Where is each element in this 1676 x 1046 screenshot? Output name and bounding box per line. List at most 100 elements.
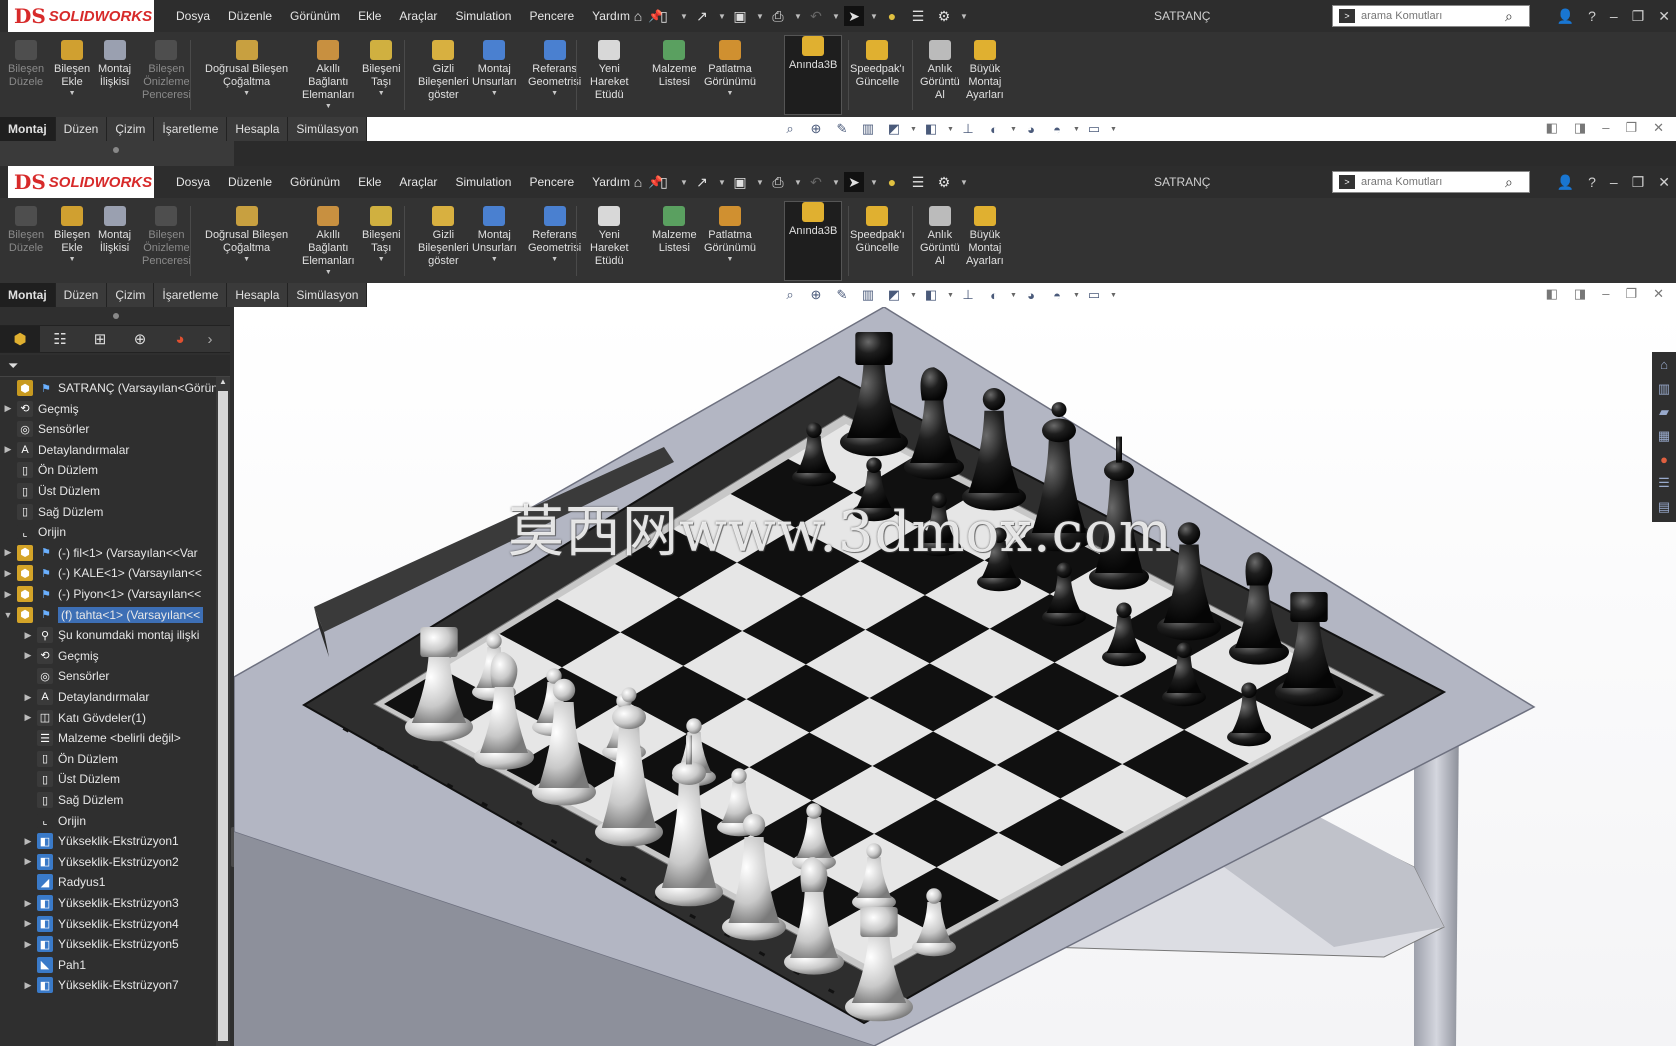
tree-node[interactable]: ▶ ⬢ ⚑ (-) Piyon<1> (Varsayılan<<	[2, 583, 201, 605]
scroll-up-icon[interactable]: ▲	[218, 377, 228, 389]
display-style-icon[interactable]: ◧	[921, 120, 941, 138]
options-gear-icon[interactable]: ⚙	[934, 172, 954, 192]
expand-arrow-icon[interactable]: ▶	[2, 568, 14, 579]
menu-duzenle[interactable]: Düzenle	[228, 9, 272, 23]
expand-arrow-icon[interactable]: ▶	[22, 650, 34, 661]
menu-simulation[interactable]: Simulation	[455, 175, 511, 189]
ribbon-button-1[interactable]: Bileşen Ekle ▼	[54, 206, 90, 263]
tile-right-icon[interactable]: ◨	[1574, 286, 1586, 304]
new-document-icon[interactable]: ▯	[654, 172, 674, 192]
new-document-icon[interactable]: ▯	[654, 6, 674, 26]
hide-show-icon[interactable]: ⊥	[958, 120, 978, 138]
open-icon[interactable]: ↗	[692, 6, 712, 26]
undo-icon[interactable]: ↶	[806, 172, 826, 192]
chevron-down-icon[interactable]: ▼	[243, 256, 250, 263]
expand-arrow-icon[interactable]: ▶	[22, 630, 34, 641]
zoom-to-fit-icon[interactable]: ⌕	[780, 120, 800, 138]
expand-arrow-icon[interactable]: ▶	[22, 898, 34, 909]
user-icon[interactable]: 👤	[1557, 174, 1574, 191]
ribbon-button-10[interactable]: Yeni Hareket Etüdü	[590, 206, 629, 268]
chevron-down-icon[interactable]: ▼	[947, 120, 954, 138]
menu-yardim[interactable]: Yardım	[592, 175, 630, 189]
chevron-down-icon[interactable]: ▼	[378, 256, 385, 263]
minimize-icon[interactable]: –	[1610, 8, 1618, 24]
ribbon-button-9[interactable]: Referans Geometrisi ▼	[528, 206, 581, 263]
ribbon-button-14[interactable]: Speedpak'ı Güncelle	[850, 206, 905, 255]
tree-node[interactable]: ▶ ◧ Yükseklik-Ekstrüzyon2	[22, 851, 179, 873]
close-icon[interactable]: ✕	[1658, 8, 1670, 25]
section-view-icon[interactable]: ▥	[858, 120, 878, 138]
tab-3[interactable]: İşaretleme	[154, 117, 228, 141]
ribbon-button-5[interactable]: Akıllı Bağlantı Elemanları ▼	[302, 40, 355, 110]
feature-manager-tab-icon[interactable]: ⬢	[0, 326, 40, 352]
chevron-down-icon[interactable]: ▼	[794, 172, 802, 192]
chevron-down-icon[interactable]: ▼	[832, 172, 840, 192]
file-properties-icon[interactable]: ☰	[908, 6, 928, 26]
tree-node[interactable]: ⌞ Orijin	[2, 521, 66, 543]
ribbon-button-3[interactable]: Bileşen Önizleme Penceresi	[142, 206, 191, 268]
ribbon-button-6[interactable]: Bileşeni Taşı ▼	[362, 206, 401, 263]
select-pointer-icon[interactable]: ➤	[844, 6, 864, 26]
tree-node[interactable]: ◣ Pah1	[22, 954, 86, 976]
tab-0[interactable]: Montaj	[0, 117, 56, 141]
file-properties-icon[interactable]: ☰	[908, 172, 928, 192]
apply-scene-icon[interactable]: ◕	[1021, 286, 1041, 304]
chevron-down-icon[interactable]: ▼	[1073, 286, 1080, 304]
home-icon[interactable]: ⌂	[628, 6, 648, 26]
chevron-down-icon[interactable]: ▼	[960, 172, 968, 192]
save-icon[interactable]: ▣	[730, 172, 750, 192]
ribbon-button-8[interactable]: Montaj Unsurları ▼	[472, 206, 517, 263]
menu-gorunum[interactable]: Görünüm	[290, 175, 340, 189]
chevron-down-icon[interactable]: ▼	[960, 6, 968, 26]
tree-node[interactable]: ◎ Sensörler	[22, 665, 109, 687]
menu-duzenle[interactable]: Düzenle	[228, 175, 272, 189]
apply-scene-icon[interactable]: ◕	[1021, 120, 1041, 138]
tree-node[interactable]: ▶ ⬢ ⚑ (-) KALE<1> (Varsayılan<<	[2, 562, 202, 584]
ribbon-button-9[interactable]: Referans Geometrisi ▼	[528, 40, 581, 97]
tab-2[interactable]: Çizim	[107, 117, 155, 141]
chevron-down-icon[interactable]: ▼	[491, 90, 498, 97]
ribbon-button-13[interactable]: Anında3B	[784, 35, 843, 115]
chevron-down-icon[interactable]: ▼	[551, 256, 558, 263]
save-icon[interactable]: ▣	[730, 6, 750, 26]
tile-left-icon[interactable]: ◧	[1546, 120, 1558, 138]
tree-node[interactable]: ◎ Sensörler	[2, 418, 89, 440]
menu-ekle[interactable]: Ekle	[358, 175, 381, 189]
tree-node[interactable]: ▶ ◧ Yükseklik-Ekstrüzyon7	[22, 974, 179, 996]
expand-arrow-icon[interactable]: ▶	[22, 692, 34, 703]
menu-simulation[interactable]: Simulation	[455, 9, 511, 23]
menu-gorunum[interactable]: Görünüm	[290, 9, 340, 23]
tab-4[interactable]: Hesapla	[227, 117, 289, 141]
options-gear-icon[interactable]: ⚙	[934, 6, 954, 26]
ribbon-button-5[interactable]: Akıllı Bağlantı Elemanları ▼	[302, 206, 355, 276]
chevron-down-icon[interactable]: ▼	[910, 286, 917, 304]
filter-icon[interactable]: ⏷	[8, 358, 18, 374]
tab-2[interactable]: Çizim	[107, 283, 155, 307]
chevron-down-icon[interactable]: ▼	[794, 6, 802, 26]
chevron-down-icon[interactable]: ▼	[680, 172, 688, 192]
section-view-icon[interactable]: ▥	[858, 286, 878, 304]
expanded-arrow-icon[interactable]: ▼	[2, 610, 14, 620]
chevron-down-icon[interactable]: ▼	[947, 286, 954, 304]
property-manager-tab-icon[interactable]: ☷	[40, 326, 80, 352]
tree-node[interactable]: ▶ ⚲ Şu konumdaki montaj ilişki	[22, 624, 199, 646]
expand-arrow-icon[interactable]: ▶	[22, 836, 34, 847]
chevron-down-icon[interactable]: ▼	[1110, 120, 1117, 138]
close-icon[interactable]: ✕	[1653, 286, 1664, 304]
solidworks-logo[interactable]: DS SOLIDWORKS	[8, 166, 154, 198]
ribbon-button-16[interactable]: Büyük Montaj Ayarları	[966, 206, 1004, 268]
tree-node[interactable]: ▶ A Detaylandırmalar	[2, 439, 129, 461]
chevron-down-icon[interactable]: ▼	[727, 256, 734, 263]
ribbon-button-7[interactable]: Gizli Bileşenleri göster	[418, 206, 469, 268]
ribbon-button-11[interactable]: Malzeme Listesi	[652, 40, 697, 89]
print-icon[interactable]: ⎙	[768, 6, 788, 26]
menu-ekle[interactable]: Ekle	[358, 9, 381, 23]
chevron-down-icon[interactable]: ▼	[1110, 286, 1117, 304]
restore-icon[interactable]: ❐	[1632, 174, 1645, 191]
tree-node[interactable]: ▶ ◧ Yükseklik-Ekstrüzyon4	[22, 913, 179, 935]
tree-node[interactable]: ⌞ Orijin	[22, 810, 86, 832]
tab-3[interactable]: İşaretleme	[154, 283, 228, 307]
tree-node[interactable]: ▶ ⟲ Geçmiş	[22, 645, 99, 667]
tab-1[interactable]: Düzen	[56, 117, 108, 141]
ribbon-button-0[interactable]: Bileşen Düzele	[8, 40, 44, 89]
